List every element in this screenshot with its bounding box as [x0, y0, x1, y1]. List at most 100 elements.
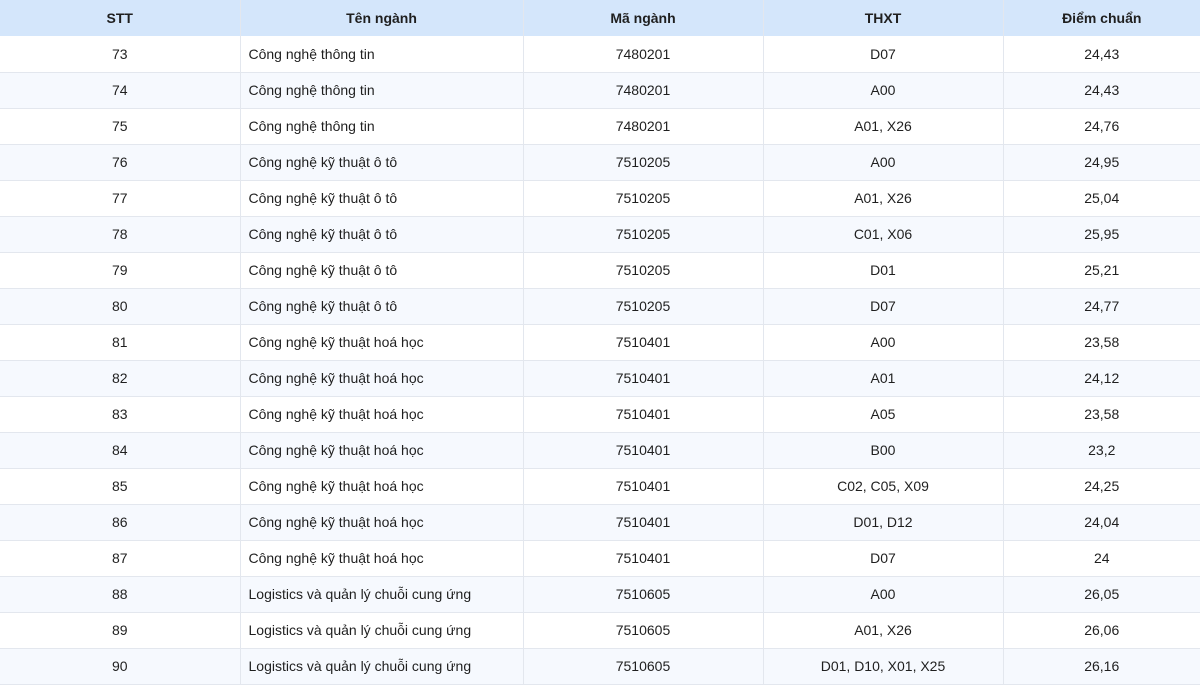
cell-major-code: 7510401: [523, 504, 764, 541]
table-row: 88 Logistics và quản lý chuỗi cung ứng 751…: [0, 576, 1200, 613]
cell-major-code: 7510205: [523, 180, 764, 217]
cell-major-code: 7480201: [523, 72, 764, 109]
cell-major-code: 7480201: [523, 36, 764, 73]
cell-stt: 81: [0, 324, 241, 361]
table-header: STT Tên ngành Mã ngành THXT Điểm chuẩn: [0, 0, 1200, 36]
cell-cutoff-score: 24,76: [1003, 108, 1200, 145]
cell-major-name: Công nghệ kỹ thuật ô tô: [240, 144, 524, 181]
cell-subject-combination: D07: [763, 540, 1004, 577]
cell-major-code: 7510401: [523, 324, 764, 361]
cell-stt: 76: [0, 144, 241, 181]
cell-subject-combination: C01, X06: [763, 216, 1004, 253]
table-row: 74 Công nghệ thông tin 7480201 A00 24,43: [0, 72, 1200, 109]
cell-cutoff-score: 24,12: [1003, 360, 1200, 397]
admission-scores-table: STT Tên ngành Mã ngành THXT Điểm chuẩn 7…: [0, 0, 1200, 685]
cell-major-code: 7480201: [523, 108, 764, 145]
cell-subject-combination: A00: [763, 144, 1004, 181]
cell-stt: 90: [0, 648, 241, 685]
cell-subject-combination: D01, D12: [763, 504, 1004, 541]
cell-stt: 89: [0, 612, 241, 649]
cell-major-code: 7510205: [523, 288, 764, 325]
cell-major-name: Công nghệ kỹ thuật ô tô: [240, 180, 524, 217]
cell-cutoff-score: 26,06: [1003, 612, 1200, 649]
table-row: 75 Công nghệ thông tin 7480201 A01, X26 24,7…: [0, 108, 1200, 145]
table-row: 85 Công nghệ kỹ thuật hoá học 7510401 C02, …: [0, 468, 1200, 505]
header-major-code: Mã ngành: [523, 0, 764, 36]
table-row: 84 Công nghệ kỹ thuật hoá học 7510401 B00 23…: [0, 432, 1200, 469]
table-row: 79 Công nghệ kỹ thuật ô tô 7510205 D01 25,21: [0, 252, 1200, 289]
cell-stt: 78: [0, 216, 241, 253]
table-row: 77 Công nghệ kỹ thuật ô tô 7510205 A01, X26…: [0, 180, 1200, 217]
cell-stt: 87: [0, 540, 241, 577]
cell-subject-combination: A00: [763, 324, 1004, 361]
cell-major-code: 7510605: [523, 576, 764, 613]
cell-subject-combination: D01: [763, 252, 1004, 289]
cell-cutoff-score: 25,21: [1003, 252, 1200, 289]
cell-subject-combination: A01: [763, 360, 1004, 397]
cell-major-name: Công nghệ kỹ thuật hoá học: [240, 324, 524, 361]
table-row: 73 Công nghệ thông tin 7480201 D07 24,43: [0, 36, 1200, 73]
header-major-name: Tên ngành: [240, 0, 524, 36]
cell-major-name: Logistics và quản lý chuỗi cung ứng: [240, 648, 524, 685]
cell-major-code: 7510401: [523, 540, 764, 577]
header-cutoff-score: Điểm chuẩn: [1062, 10, 1142, 26]
cell-major-name: Công nghệ kỹ thuật ô tô: [240, 252, 524, 289]
cell-subject-combination: A05: [763, 396, 1004, 433]
cell-major-name: Công nghệ kỹ thuật ô tô: [240, 216, 524, 253]
cell-major-code: 7510205: [523, 216, 764, 253]
cell-major-name: Công nghệ kỹ thuật hoá học: [240, 540, 524, 577]
cell-subject-combination: A01, X26: [763, 180, 1004, 217]
cell-major-name: Công nghệ thông tin: [240, 72, 524, 109]
cell-major-code: 7510605: [523, 612, 764, 649]
header-stt: STT: [0, 0, 241, 36]
cell-cutoff-score: 26,05: [1003, 576, 1200, 613]
table-row: 81 Công nghệ kỹ thuật hoá học 7510401 A00 23…: [0, 324, 1200, 361]
table-row: 90 Logistics và quản lý chuỗi cung ứng 751…: [0, 648, 1200, 685]
table-row: 86 Công nghệ kỹ thuật hoá học 7510401 D01, …: [0, 504, 1200, 541]
cell-major-name: Công nghệ kỹ thuật hoá học: [240, 360, 524, 397]
cell-major-code: 7510205: [523, 252, 764, 289]
cell-stt: 85: [0, 468, 241, 505]
cell-stt: 83: [0, 396, 241, 433]
header-row: STT Tên ngành Mã ngành THXT Điểm chuẩn: [0, 0, 1200, 36]
cell-stt: 75: [0, 108, 241, 145]
cell-cutoff-score: 23,2: [1003, 432, 1200, 469]
cell-major-name: Logistics và quản lý chuỗi cung ứng: [240, 576, 524, 613]
cell-stt: 73: [0, 36, 241, 73]
cell-cutoff-score: 24,77: [1003, 288, 1200, 325]
cell-subject-combination: D07: [763, 36, 1004, 73]
cell-cutoff-score: 24,43: [1003, 36, 1200, 73]
table-row: 82 Công nghệ kỹ thuật hoá học 7510401 A01 24…: [0, 360, 1200, 397]
cell-stt: 79: [0, 252, 241, 289]
cell-major-name: Công nghệ kỹ thuật hoá học: [240, 504, 524, 541]
cell-cutoff-score: 24: [1003, 540, 1200, 577]
cell-major-name: Công nghệ kỹ thuật hoá học: [240, 396, 524, 433]
cell-cutoff-score: 23,58: [1003, 324, 1200, 361]
cell-stt: 88: [0, 576, 241, 613]
cell-major-code: 7510205: [523, 144, 764, 181]
cell-cutoff-score: 24,25: [1003, 468, 1200, 505]
cell-major-name: Công nghệ kỹ thuật hoá học: [240, 432, 524, 469]
cell-stt: 74: [0, 72, 241, 109]
cell-cutoff-score: 24,04: [1003, 504, 1200, 541]
table-row: 89 Logistics và quản lý chuỗi cung ứng 751…: [0, 612, 1200, 649]
cell-stt: 86: [0, 504, 241, 541]
cell-major-code: 7510605: [523, 648, 764, 685]
cell-subject-combination: D07: [763, 288, 1004, 325]
cell-subject-combination: B00: [763, 432, 1004, 469]
cell-major-code: 7510401: [523, 468, 764, 505]
cell-major-name: Logistics và quản lý chuỗi cung ứng: [240, 612, 524, 649]
table-row: 83 Công nghệ kỹ thuật hoá học 7510401 A05 23…: [0, 396, 1200, 433]
cell-subject-combination: D01, D10, X01, X25: [763, 648, 1004, 685]
cell-major-name: Công nghệ thông tin: [240, 108, 524, 145]
cell-cutoff-score: 25,04: [1003, 180, 1200, 217]
cell-subject-combination: A01, X26: [763, 612, 1004, 649]
header-subject-combination: THXT: [763, 0, 1004, 36]
cell-subject-combination: C02, C05, X09: [763, 468, 1004, 505]
cell-stt: 82: [0, 360, 241, 397]
cell-subject-combination: A00: [763, 72, 1004, 109]
cell-cutoff-score: 26,16: [1003, 648, 1200, 685]
table-row: 80 Công nghệ kỹ thuật ô tô 7510205 D07 24,77: [0, 288, 1200, 325]
cell-subject-combination: A01, X26: [763, 108, 1004, 145]
cell-major-code: 7510401: [523, 360, 764, 397]
